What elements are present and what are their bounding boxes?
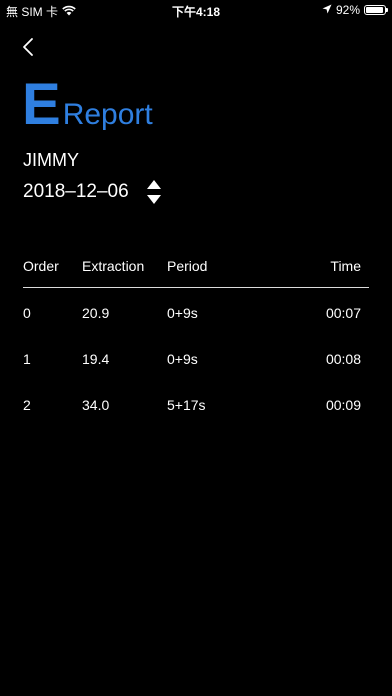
title-word: Report <box>62 98 153 131</box>
cell-period: 5+17s <box>167 397 206 413</box>
back-chevron-icon <box>23 38 33 56</box>
location-arrow-icon <box>322 3 332 17</box>
table-row: 2 34.0 5+17s 00:09 <box>23 380 369 426</box>
cell-extraction: 20.9 <box>82 305 110 321</box>
cell-time: 00:09 <box>325 397 361 413</box>
battery-fill <box>366 7 383 13</box>
report-date: 2018–12–06 <box>23 181 129 202</box>
title-letter: E <box>22 72 61 137</box>
cell-extraction: 19.4 <box>82 351 110 367</box>
status-right: 92% <box>322 3 388 17</box>
date-stepper[interactable] <box>144 180 164 206</box>
cell-period: 0+9s <box>167 305 198 321</box>
cell-order: 0 <box>23 305 31 321</box>
cell-time: 00:08 <box>325 351 361 367</box>
cell-order: 2 <box>23 397 31 413</box>
cell-period: 0+9s <box>167 351 198 367</box>
table-body: 0 20.9 0+9s 00:07 1 19.4 0+9s 00:08 2 34… <box>23 288 369 426</box>
user-name: JIMMY <box>23 150 79 170</box>
column-header-time: Time <box>330 258 361 274</box>
column-header-extraction: Extraction <box>82 258 145 274</box>
column-header-order: Order <box>23 258 59 274</box>
report-table: Order Extraction Period Time 0 20.9 0+9s… <box>23 255 369 426</box>
cell-extraction: 34.0 <box>82 397 110 413</box>
status-bar: 無 SIM 卡 下午4:18 92% <box>0 0 392 20</box>
table-row: 1 19.4 0+9s 00:08 <box>23 334 369 380</box>
cell-order: 1 <box>23 351 31 367</box>
column-header-period: Period <box>167 258 208 274</box>
cell-time: 00:07 <box>325 305 361 321</box>
battery-icon <box>364 5 388 15</box>
back-button[interactable] <box>18 36 40 58</box>
table-header: Order Extraction Period Time <box>23 255 369 288</box>
battery-percent: 92% <box>335 3 360 17</box>
page-title: E Report <box>22 76 153 134</box>
table-row: 0 20.9 0+9s 00:07 <box>23 288 369 334</box>
triangle-up-icon[interactable] <box>147 180 161 189</box>
triangle-down-icon[interactable] <box>147 195 161 204</box>
